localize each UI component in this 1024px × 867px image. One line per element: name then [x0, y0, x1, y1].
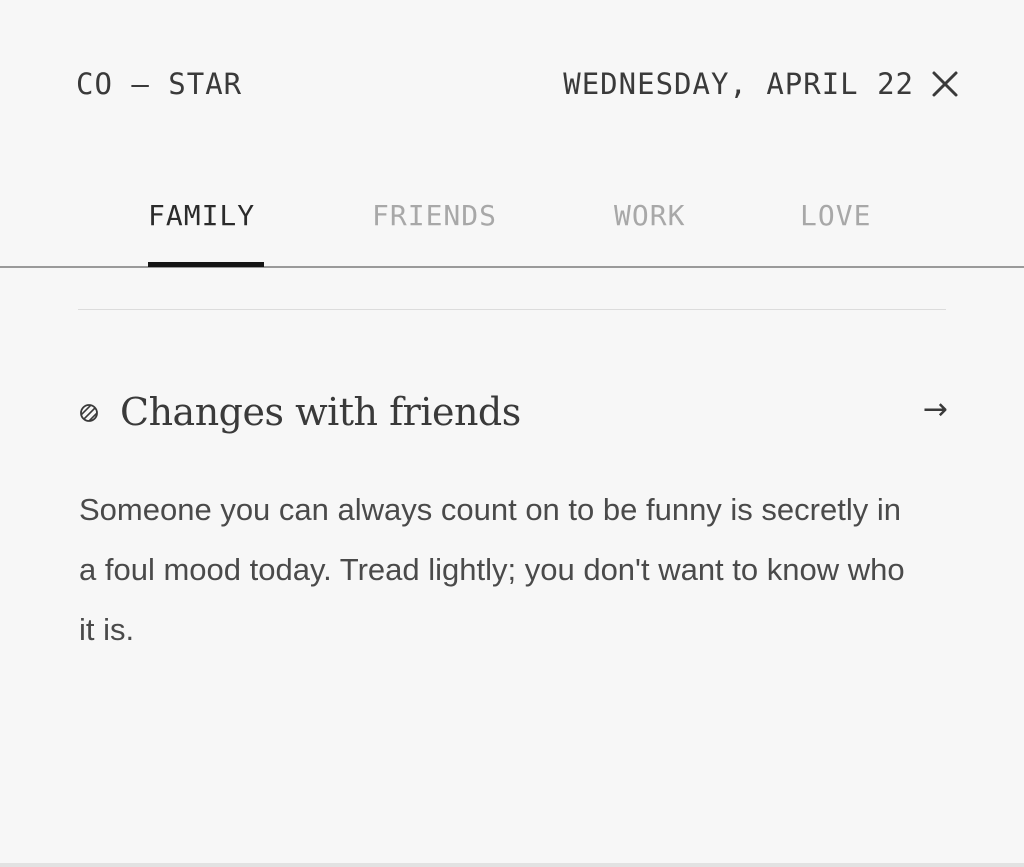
- header: CO — STAR WEDNESDAY, APRIL 22: [0, 0, 1024, 170]
- arrow-right-icon[interactable]: →: [912, 390, 948, 430]
- date-label: WEDNESDAY, APRIL 22: [563, 67, 914, 101]
- tab-bar: FAMILY FRIENDS WORK LOVE: [0, 180, 1024, 268]
- tab-family[interactable]: FAMILY: [148, 198, 255, 234]
- bottom-border: [0, 863, 1024, 867]
- section-body: Someone you can always count on to be fu…: [79, 492, 905, 647]
- close-icon[interactable]: [929, 68, 961, 100]
- striped-circle-icon: [79, 403, 99, 423]
- tab-friends[interactable]: FRIENDS: [372, 198, 497, 234]
- active-tab-indicator: [148, 262, 264, 267]
- section-title: Changes with friends: [120, 390, 521, 434]
- tab-love[interactable]: LOVE: [800, 198, 871, 234]
- section-divider: [78, 309, 946, 310]
- brand-title: CO — STAR: [76, 67, 243, 101]
- tab-work[interactable]: WORK: [614, 198, 685, 234]
